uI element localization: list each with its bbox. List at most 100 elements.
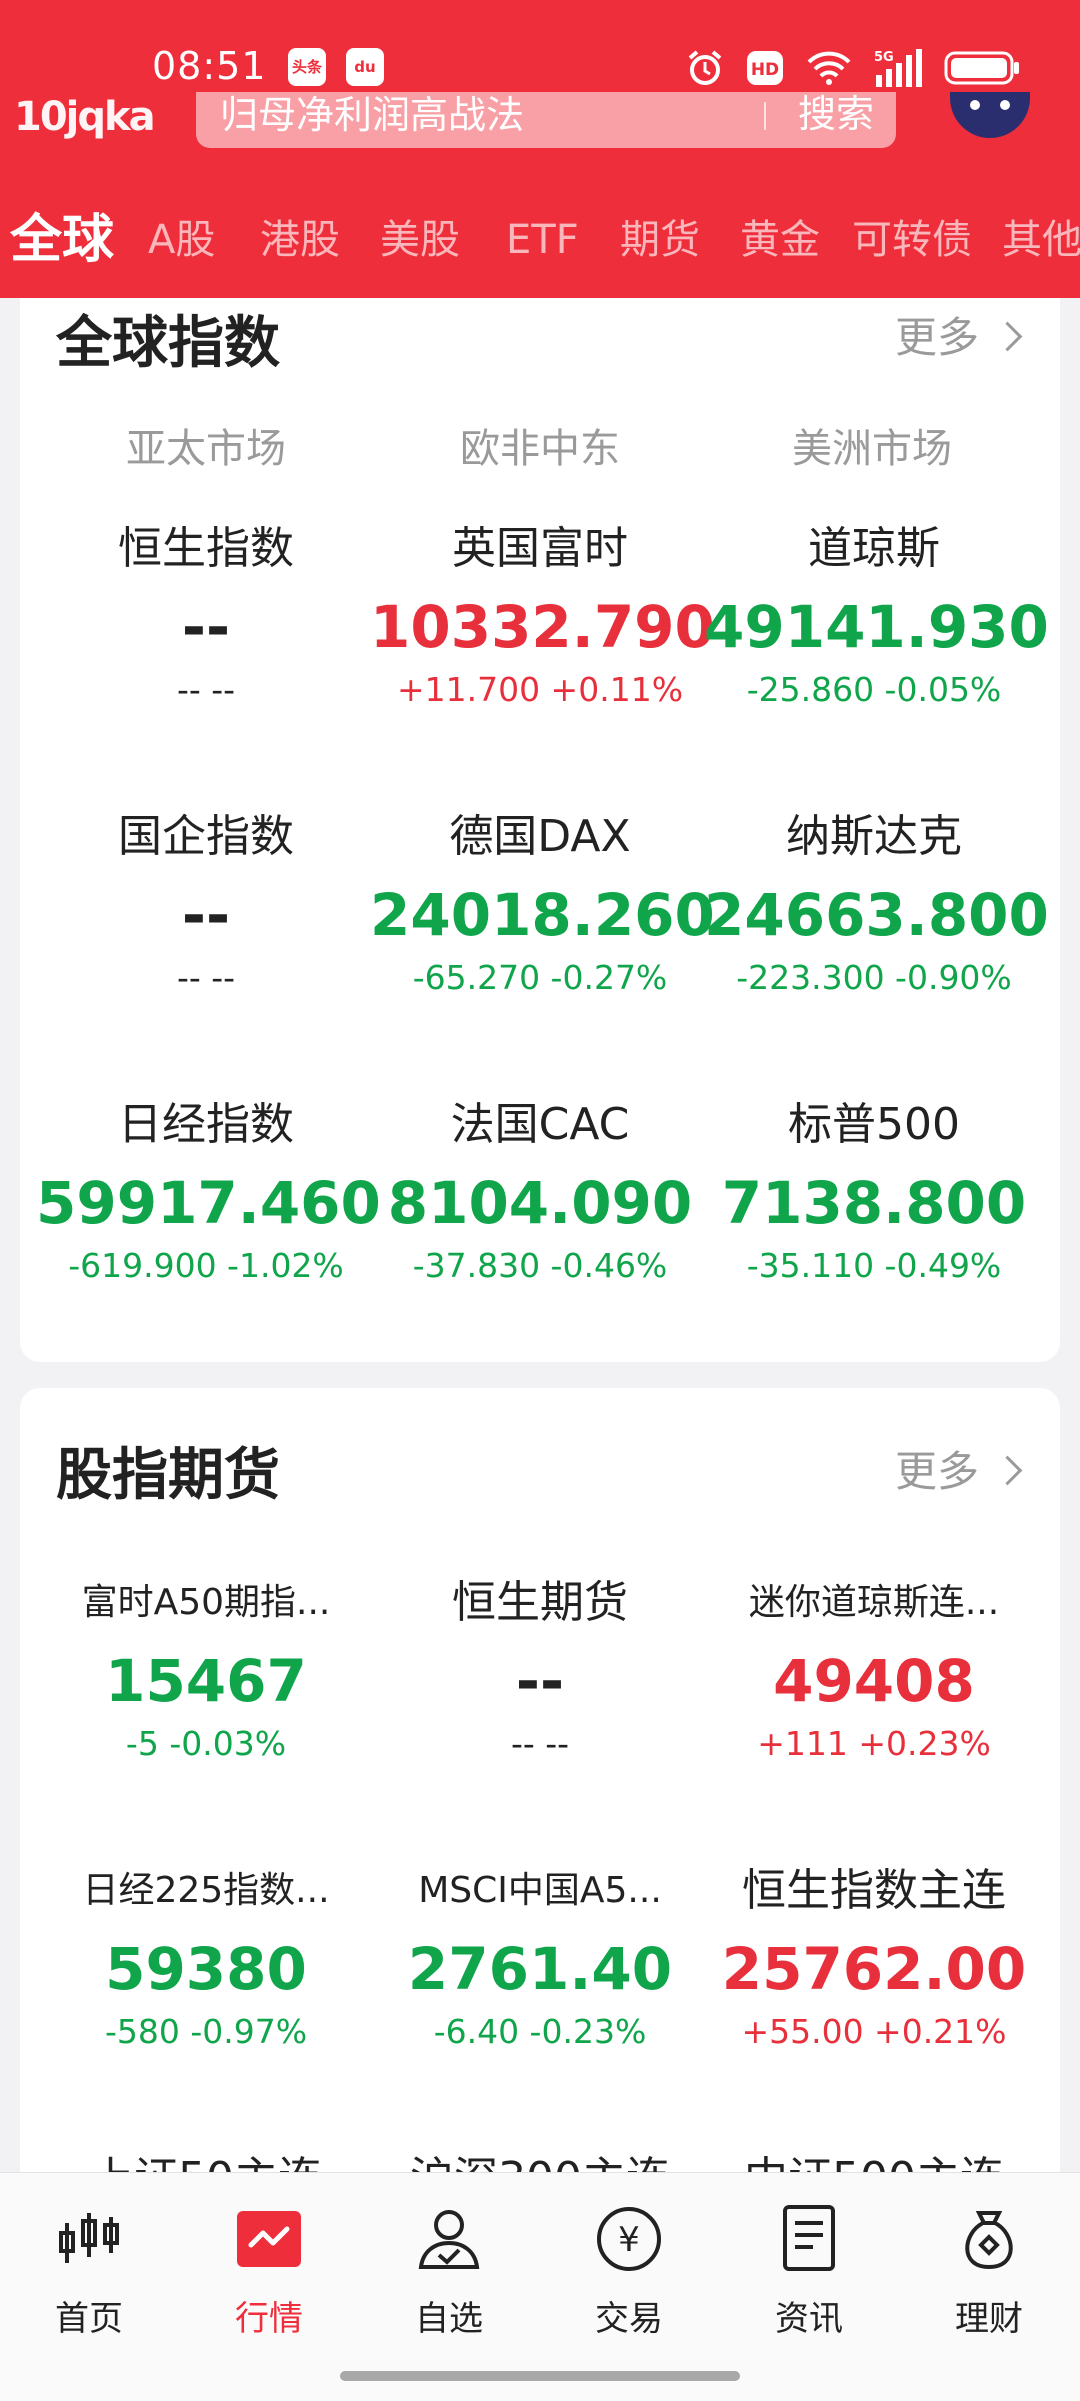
more-label: 更多 [894,1447,979,1496]
index-futures-more-link[interactable]: 更多 [894,1438,1023,1499]
nav-news[interactable]: 资讯 [734,2203,884,2340]
nav-trade[interactable]: ¥ 交易 [554,2203,704,2340]
quote-name: MSCI中国A5... [418,1870,662,1911]
quote-change: -35.110 -0.49% [746,1246,1002,1285]
quote-price: -- [515,1647,565,1715]
nav-label: 首页 [55,2299,123,2339]
region-asia-pacific[interactable]: 亚太市场 [56,416,356,474]
quote-change: +11.700 +0.11% [396,670,684,709]
yen-icon: ¥ [597,2207,661,2271]
quote-name: 恒生指数主连 [742,1865,1006,1916]
tab-gold[interactable]: 黄金 [740,208,820,272]
index-quote[interactable]: 恒生指数 -- -- -- [36,520,376,710]
nav-home[interactable]: 首页 [14,2203,164,2340]
index-quote[interactable]: 道琼斯 49141.930 -25.860 -0.05% [704,520,1049,710]
du-app-icon: du [346,48,384,86]
nav-market[interactable]: 行情 [194,2203,344,2340]
nav-wealth[interactable]: 理财 [914,2203,1064,2340]
quote-change: -- -- [176,670,236,709]
battery-icon [944,51,1019,85]
futures-quote[interactable]: 恒生期货 -- -- -- [370,1574,710,1764]
global-indices-title: 全球指数 [56,311,280,376]
tab-etf[interactable]: ETF [506,208,579,272]
quote-name: 富时A50期指... [81,1582,331,1623]
chevron-right-icon [992,1455,1023,1486]
quote-change: -65.270 -0.27% [412,958,668,997]
document-icon [783,2205,835,2271]
futures-quote[interactable]: 迷你道琼斯连... 49408 +111 +0.23% [704,1574,1044,1764]
status-time: 08:51 [152,44,267,88]
index-quote[interactable]: 德国DAX 24018.260 -65.270 -0.27% [370,808,715,998]
quote-price: -- [181,881,231,949]
quote-price: 25762.00 [721,1935,1027,2003]
quote-name: 恒生期货 [452,1577,628,1628]
quote-price: 59380 [105,1935,307,2003]
quote-price: 10332.790 [370,593,715,661]
nav-watchlist[interactable]: 自选 [374,2203,524,2340]
quote-name: 标普500 [788,1099,960,1150]
index-quote[interactable]: 纳斯达克 24663.800 -223.300 -0.90% [704,808,1049,998]
index-quote[interactable]: 日经指数 59917.460 -619.900 -1.02% [36,1096,381,1286]
nav-label: 自选 [415,2299,483,2339]
top-header: 08:51 头条 du HD 5G 10jqka 归母净利润高战法 搜索 全球 … [0,0,1080,298]
quote-price: 2761.40 [407,1935,673,2003]
index-quote[interactable]: 标普500 7138.800 -35.110 -0.49% [704,1096,1044,1286]
tab-global[interactable]: 全球 [10,208,114,272]
global-indices-card: 全球指数 更多 亚太市场 欧非中东 美洲市场 恒生指数 -- -- -- 英国富… [20,270,1060,1362]
index-quote[interactable]: 法国CAC 8104.090 -37.830 -0.46% [370,1096,710,1286]
tab-other[interactable]: 其他 [1002,208,1080,272]
tab-cb[interactable]: 可转债 [852,208,972,272]
quote-change: -5 -0.03% [125,1724,287,1763]
svg-text:HD: HD [751,60,779,80]
quote-price: 49141.930 [704,593,1049,661]
search-row: 10jqka 归母净利润高战法 搜索 [0,92,1080,152]
futures-quote[interactable]: 恒生指数主连 25762.00 +55.00 +0.21% [704,1862,1044,2052]
chart-icon [237,2211,301,2267]
search-button[interactable]: 搜索 [798,92,874,136]
quote-price: 7138.800 [721,1169,1027,1237]
quote-price: 24663.800 [704,881,1049,949]
futures-quote[interactable]: 富时A50期指... 15467 -5 -0.03% [36,1574,376,1764]
quote-name: 道琼斯 [808,523,940,574]
global-indices-more-link[interactable]: 更多 [894,304,1023,365]
quote-change: -6.40 -0.23% [433,2012,647,2051]
more-label: 更多 [894,313,979,362]
tab-futures[interactable]: 期货 [620,208,700,272]
tab-a-share[interactable]: A股 [148,208,215,272]
quote-change: -- -- [176,958,236,997]
status-icons: HD 5G [686,48,1020,88]
nav-label: 资讯 [775,2299,843,2339]
tab-us[interactable]: 美股 [380,208,460,272]
quote-name: 英国富时 [452,523,628,574]
quote-price: 59917.460 [36,1169,381,1237]
hd-icon: HD [747,51,783,85]
quote-change: -223.300 -0.90% [736,958,1012,997]
index-futures-title: 股指期货 [56,1443,280,1508]
search-placeholder[interactable]: 归母净利润高战法 [220,92,524,138]
region-americas[interactable]: 美洲市场 [722,416,1022,474]
nav-label: 行情 [235,2299,303,2339]
tab-hk[interactable]: 港股 [260,208,340,272]
quote-change: -37.830 -0.46% [412,1246,668,1285]
toutiao-app-icon: 头条 [288,48,326,86]
quote-change: -619.900 -1.02% [68,1246,344,1285]
quote-name: 日经225指数... [82,1870,330,1911]
quote-price: -- [181,593,231,661]
home-indicator[interactable] [340,2371,740,2381]
nav-label: 交易 [595,2299,663,2339]
chevron-right-icon [992,321,1023,352]
search-box[interactable]: 归母净利润高战法 搜索 [196,92,896,148]
futures-quote[interactable]: MSCI中国A5... 2761.40 -6.40 -0.23% [370,1862,710,2052]
index-futures-card: 股指期货 更多 富时A50期指... 15467 -5 -0.03% 恒生期货 … [20,1388,1060,2288]
robot-assistant-icon[interactable] [950,92,1030,138]
market-tabs: 全球 A股 港股 美股 ETF 期货 黄金 可转债 其他 [0,208,1080,272]
quote-name: 法国CAC [450,1099,630,1150]
quote-name: 日经指数 [118,1099,294,1150]
quote-change: +55.00 +0.21% [741,2012,1007,2051]
index-quote[interactable]: 国企指数 -- -- -- [36,808,376,998]
quote-name: 恒生指数 [118,523,294,574]
quote-name: 迷你道琼斯连... [748,1582,1000,1623]
index-quote[interactable]: 英国富时 10332.790 +11.700 +0.11% [370,520,715,710]
futures-quote[interactable]: 日经225指数... 59380 -580 -0.97% [36,1862,376,2052]
region-emea[interactable]: 欧非中东 [390,416,690,474]
